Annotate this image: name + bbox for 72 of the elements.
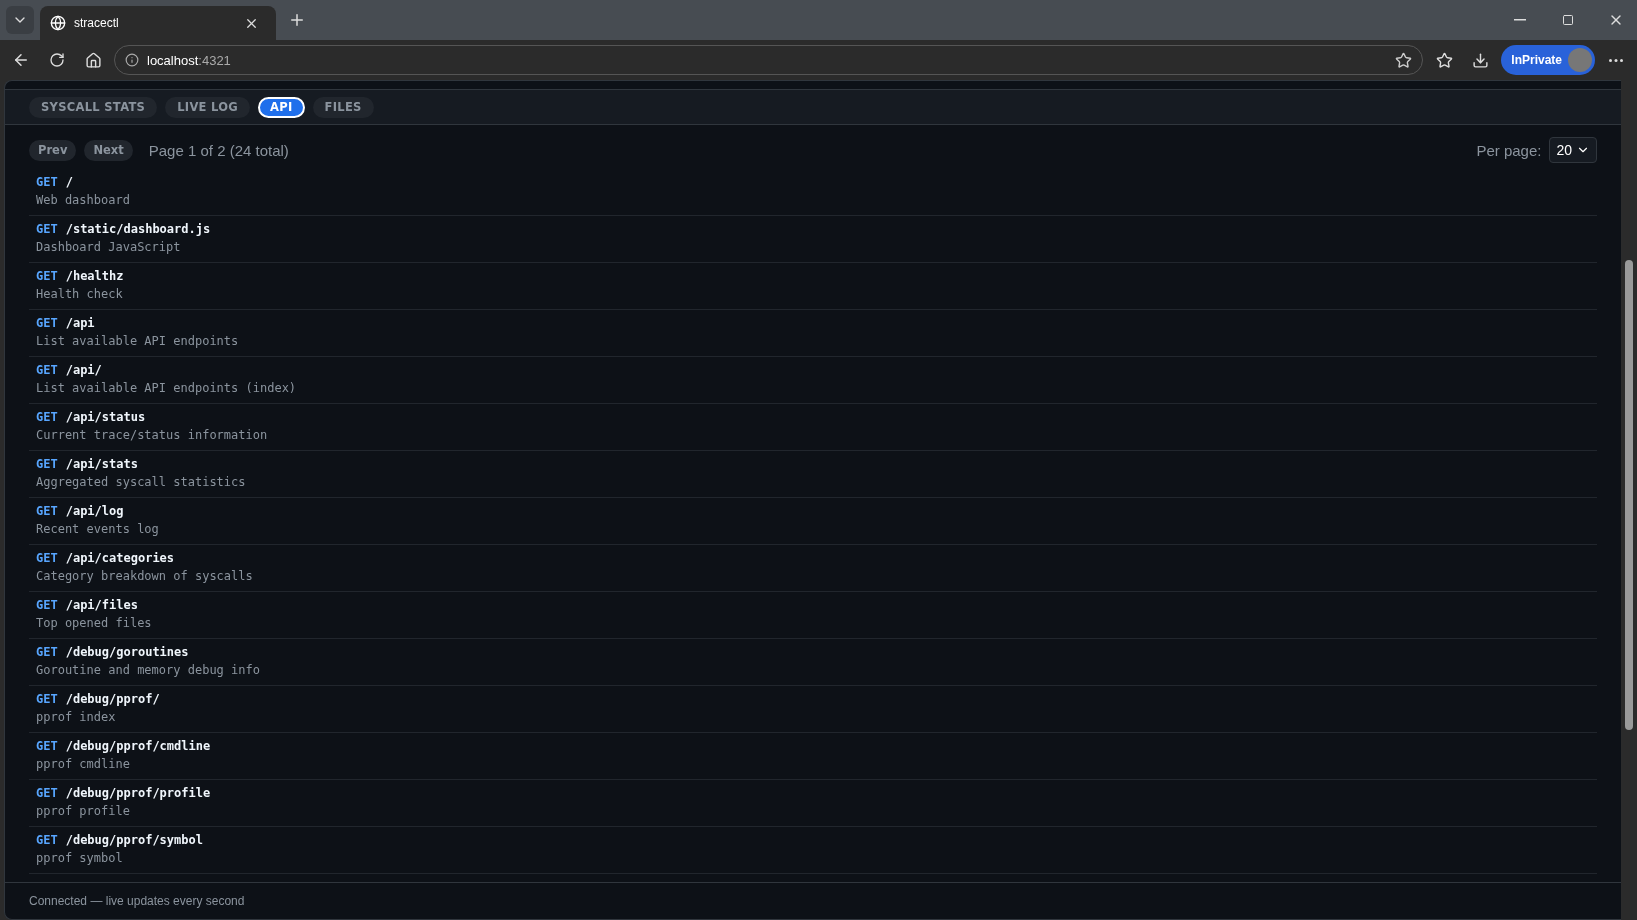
http-method: GET	[36, 410, 58, 424]
endpoint-path: /debug/pprof/profile	[65, 786, 211, 800]
endpoint-description: List available API endpoints	[36, 334, 240, 348]
endpoint-description: Web dashboard	[36, 193, 131, 207]
star-icon[interactable]	[1395, 51, 1413, 69]
http-method: GET	[36, 598, 58, 612]
endpoint-path: /static/dashboard.js	[65, 222, 211, 236]
plus-icon	[288, 11, 306, 29]
page-summary: Page 1 of 2 (24 total)	[148, 141, 289, 159]
home-icon	[84, 51, 102, 69]
endpoint-path: /api/	[65, 363, 102, 377]
endpoint-description: Top opened files	[36, 616, 153, 630]
endpoint-path: /api/status	[65, 410, 146, 424]
http-method: GET	[36, 269, 58, 283]
tab-title: stracectl	[74, 16, 120, 30]
http-method: GET	[36, 504, 58, 518]
profile-button[interactable]: InPrivate	[1501, 45, 1595, 75]
http-method: GET	[36, 222, 58, 236]
reload-icon	[49, 52, 65, 68]
endpoint-description: Health check	[36, 287, 124, 301]
http-method: GET	[36, 692, 58, 706]
endpoint-path: /healthz	[65, 269, 124, 283]
prev-button[interactable]: Prev	[29, 139, 77, 161]
endpoint-path: /debug/pprof/cmdline	[65, 739, 211, 753]
http-method: GET	[36, 175, 58, 189]
http-method: GET	[36, 363, 58, 377]
more-icon	[1609, 58, 1623, 62]
endpoint-path: /debug/pprof/	[65, 692, 160, 706]
status-text: Connected — live updates every second	[29, 894, 245, 908]
per-page-select[interactable]: 20	[1549, 137, 1597, 163]
http-method: GET	[36, 316, 58, 330]
endpoint-path: /api/files	[65, 598, 138, 612]
endpoint-description: Recent events log	[36, 522, 160, 536]
endpoint-description: Category breakdown of syscalls	[36, 569, 254, 583]
endpoint-description: List available API endpoints (index)	[36, 381, 298, 395]
info-icon	[125, 53, 139, 67]
nav-tab[interactable]: LIVE LOG	[165, 96, 251, 118]
endpoint-description: Current trace/status information	[36, 428, 269, 442]
http-method: GET	[36, 457, 58, 471]
endpoint-description: pprof index	[36, 710, 117, 724]
avatar-icon	[1568, 48, 1592, 72]
endpoint-path: /api/stats	[65, 457, 138, 471]
next-button[interactable]: Next	[84, 139, 133, 161]
endpoint-description: Goroutine and memory debug info	[36, 663, 261, 677]
nav-tab[interactable]: FILES	[312, 96, 374, 118]
minimize-icon	[1514, 19, 1526, 21]
endpoint-path: /api/categories	[65, 551, 175, 565]
endpoint-path: /	[65, 175, 73, 189]
browser-tab[interactable]: stracectl	[40, 6, 276, 40]
http-method: GET	[36, 739, 58, 753]
url-text: localhost:4321	[147, 52, 231, 68]
per-page-label: Per page:	[1476, 141, 1542, 159]
nav-tab[interactable]: API	[258, 96, 305, 118]
endpoint-description: pprof cmdline	[36, 757, 131, 771]
endpoint-description: Aggregated syscall statistics	[36, 475, 247, 489]
http-method: GET	[36, 551, 58, 565]
http-method: GET	[36, 645, 58, 659]
endpoint-path: /debug/pprof/symbol	[65, 833, 203, 847]
nav-tab[interactable]: SYSCALL STATS	[29, 96, 158, 118]
star-icon	[1435, 51, 1453, 69]
globe-icon	[50, 15, 66, 31]
endpoint-description: pprof symbol	[36, 851, 124, 865]
endpoint-path: /api	[65, 316, 95, 330]
endpoint-path: /api/log	[65, 504, 124, 518]
download-icon	[1471, 51, 1489, 69]
maximize-icon	[1562, 14, 1574, 26]
endpoint-path: /debug/goroutines	[65, 645, 189, 659]
endpoint-description: pprof profile	[36, 804, 131, 818]
http-method: GET	[36, 786, 58, 800]
tab-list-button[interactable]	[6, 6, 34, 34]
endpoint-description: Dashboard JavaScript	[36, 240, 182, 254]
http-method: GET	[36, 833, 58, 847]
